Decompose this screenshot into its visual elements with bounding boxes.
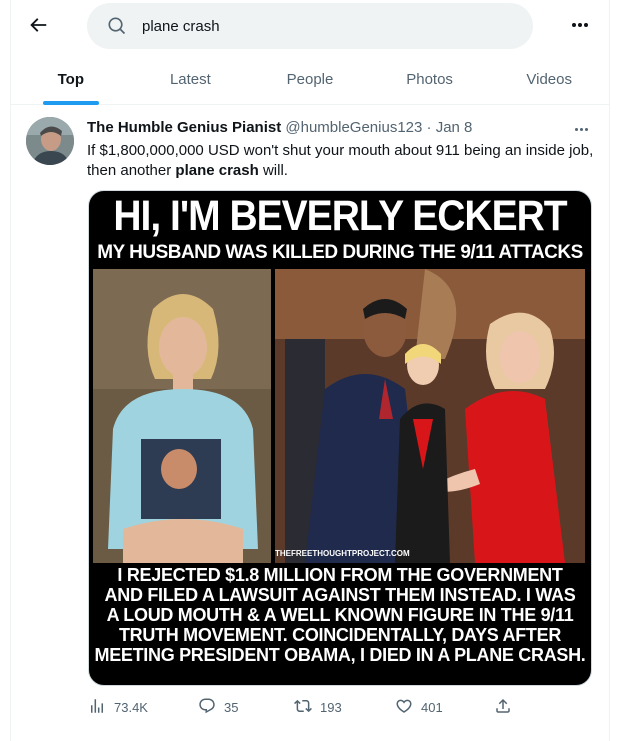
user-handle[interactable]: @humbleGenius123 — [285, 119, 422, 136]
tweet-header: The Humble Genius Pianist @humbleGenius1… — [87, 119, 472, 136]
search-bar[interactable] — [87, 3, 533, 49]
tweet-text-end: will. — [258, 162, 288, 179]
meme-caption-line: MEETING PRESIDENT OBAMA, I DIED IN A PLA… — [94, 645, 586, 665]
meme-caption-line: TRUTH MOVEMENT. COINCIDENTALLY, DAYS AFT… — [118, 625, 562, 645]
tweet-text-highlight: plane crash — [175, 162, 259, 179]
meme-caption-line: AND FILED A LAWSUIT AGAINST THEM INSTEAD… — [104, 585, 576, 605]
retweet-button[interactable]: 193 — [294, 697, 342, 718]
woman-portrait-photo — [93, 269, 271, 563]
active-tab-indicator — [42, 101, 99, 105]
tab-latest-label: Latest — [169, 71, 211, 88]
separator: · — [426, 119, 432, 136]
back-arrow-icon[interactable] — [27, 14, 49, 36]
retweet-count: 193 — [320, 700, 342, 715]
tweet-text: If $1,800,000,000 USD won't shut your mo… — [87, 141, 597, 181]
like-count: 401 — [421, 700, 443, 715]
meme-subtitle: MY HUSBAND WAS KILLED DURING THE 9/11 AT… — [97, 242, 583, 263]
search-tabs: Top Latest People Photos Videos — [11, 56, 609, 105]
meme-caption-line: A LOUD MOUTH & A WELL KNOWN FIGURE IN TH… — [106, 605, 574, 625]
reply-icon — [198, 697, 216, 718]
tweet-media-image[interactable]: HI, I'M BEVERLY ECKERT MY HUSBAND WAS KI… — [88, 190, 592, 686]
meme-caption-line: I REJECTED $1.8 MILLION FROM THE GOVERNM… — [117, 565, 563, 585]
meme-title: HI, I'M BEVERLY ECKERT — [113, 192, 567, 241]
tab-people-label: People — [286, 71, 334, 88]
reply-button[interactable]: 35 — [198, 697, 238, 718]
like-button[interactable]: 401 — [395, 697, 443, 718]
tab-videos[interactable]: Videos — [489, 56, 609, 104]
handshake-photo — [275, 269, 585, 563]
tab-videos-label: Videos — [526, 71, 572, 88]
reply-count: 35 — [224, 700, 239, 715]
more-options-icon[interactable] — [568, 14, 592, 36]
views-button[interactable]: 73.4K — [88, 697, 148, 718]
tab-photos-label: Photos — [406, 71, 453, 88]
heart-icon — [395, 697, 413, 718]
share-button[interactable] — [494, 697, 512, 718]
tab-photos[interactable]: Photos — [370, 56, 490, 104]
views-count: 73.4K — [114, 700, 148, 715]
meme-caption: I REJECTED $1.8 MILLION FROM THE GOVERNM… — [89, 565, 591, 665]
tweet-date[interactable]: Jan 8 — [436, 119, 473, 136]
bar-chart-icon — [88, 697, 106, 718]
tab-latest[interactable]: Latest — [131, 56, 251, 104]
avatar[interactable] — [26, 117, 74, 165]
retweet-icon — [294, 697, 312, 718]
meme-watermark: THEFREETHOUGHTPROJECT.COM — [275, 549, 410, 558]
tab-top[interactable]: Top — [11, 56, 131, 105]
tweet-more-icon[interactable] — [571, 124, 591, 134]
display-name[interactable]: The Humble Genius Pianist — [87, 119, 281, 136]
tweet-actions: 73.4K 35 193 401 — [88, 697, 598, 721]
tab-people[interactable]: People — [250, 56, 370, 104]
tweet-text-part: If $1,800,000,000 USD won't shut your mo… — [87, 142, 594, 179]
search-icon — [107, 16, 127, 36]
tab-top-label: Top — [57, 71, 84, 88]
search-input[interactable] — [142, 3, 522, 49]
share-icon — [494, 697, 512, 718]
